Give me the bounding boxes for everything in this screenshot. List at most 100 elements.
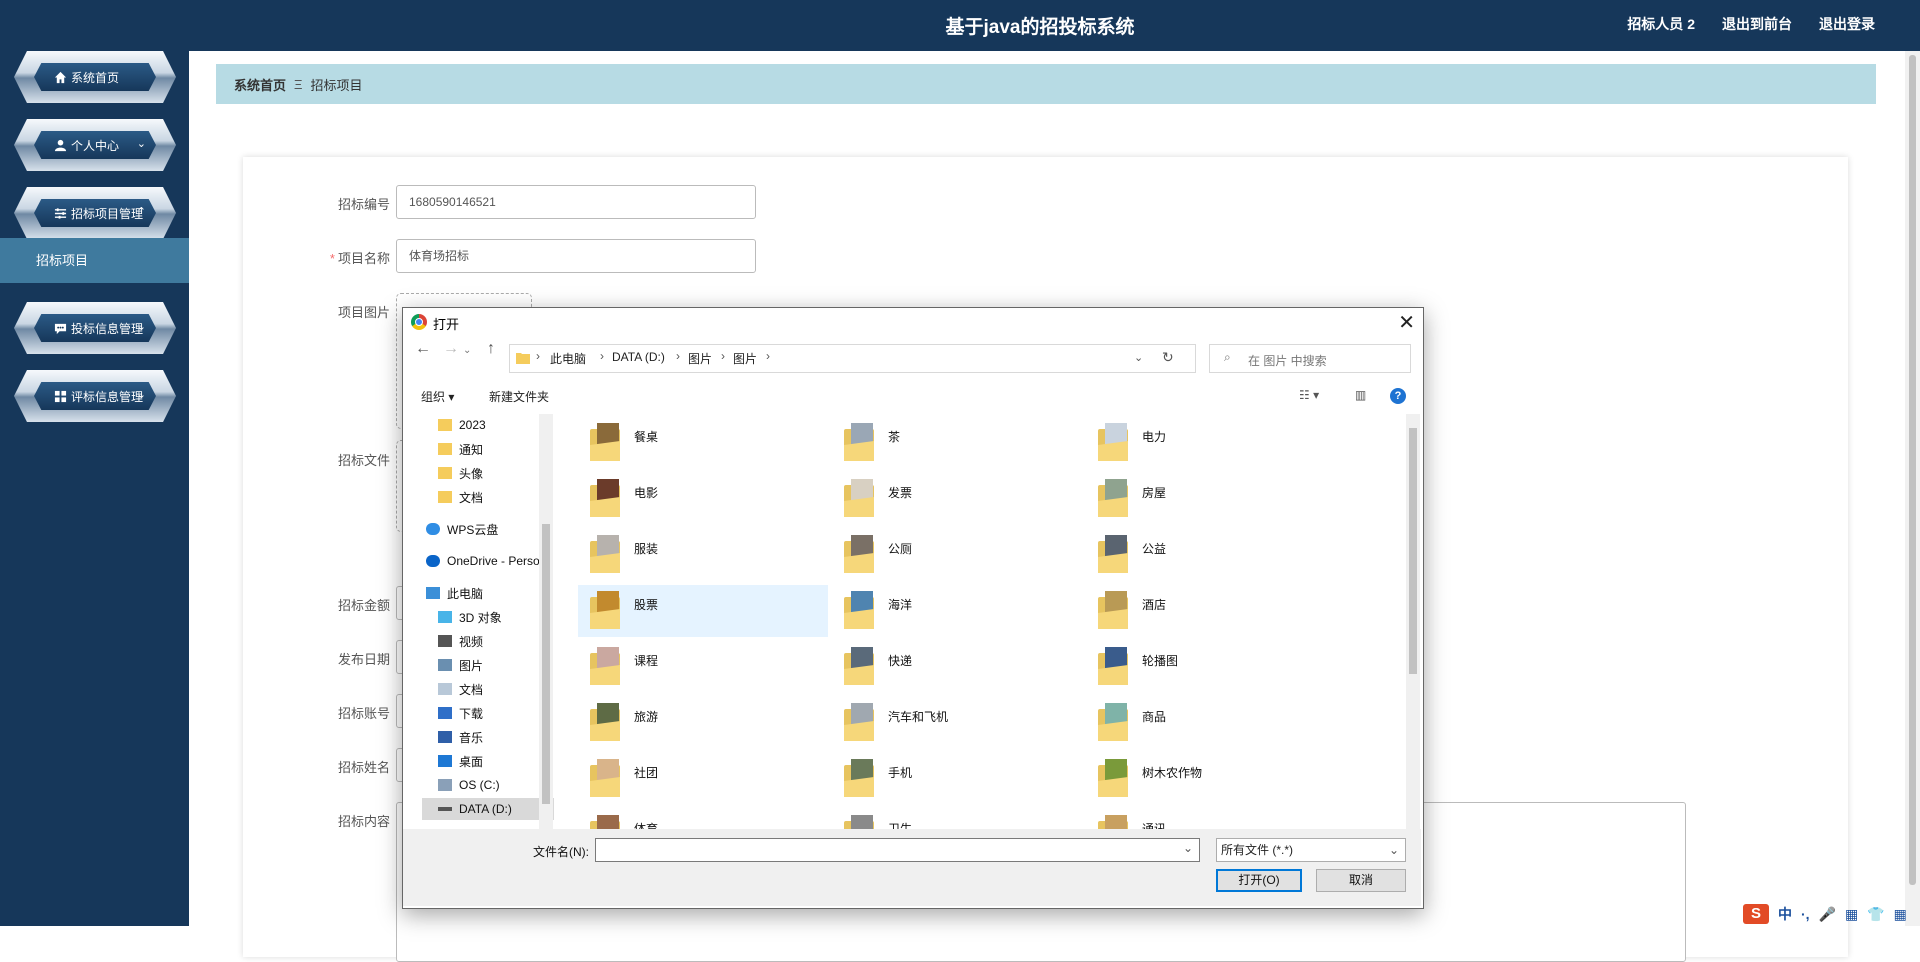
user-role-link[interactable]: 招标人员 2 [1627, 14, 1695, 34]
folder-item[interactable]: 体育 [578, 809, 828, 829]
folder-item[interactable]: 海洋 [832, 585, 1082, 637]
download-icon [438, 707, 452, 719]
required-mark: * [329, 251, 335, 266]
back-to-frontend-link[interactable]: 退出到前台 [1722, 14, 1792, 34]
folder-item[interactable]: 商品 [1086, 697, 1336, 749]
file-type-select[interactable]: 所有文件 (*.*) ⌄ [1216, 838, 1406, 862]
folder-item[interactable]: 汽车和飞机 [832, 697, 1082, 749]
new-folder-button[interactable]: 新建文件夹 [489, 388, 549, 405]
folder-item[interactable]: 电力 [1086, 417, 1336, 469]
nav-item-music[interactable]: 音乐 [438, 726, 483, 748]
search-field[interactable]: ⌕ 在 图片 中搜索 [1209, 344, 1411, 373]
folder-item[interactable]: 快递 [832, 641, 1082, 693]
logout-link[interactable]: 退出登录 [1819, 14, 1875, 34]
folder-item[interactable]: 服装 [578, 529, 828, 581]
file-scrollbar[interactable] [1406, 414, 1420, 829]
toolbox-icon[interactable]: ▦ [1894, 906, 1907, 923]
path-segment[interactable]: 图片 [733, 350, 757, 367]
tender-no-input[interactable]: 1680590146521 [396, 185, 756, 219]
nav-item-2023[interactable]: 2023 [438, 414, 486, 436]
folder-item[interactable]: 树木农作物 [1086, 753, 1336, 805]
folder-icon [844, 647, 874, 685]
folder-item[interactable]: 卫生 [832, 809, 1082, 829]
folder-item[interactable]: 电影 [578, 473, 828, 525]
folder-item[interactable]: 社团 [578, 753, 828, 805]
folder-item[interactable]: 酒店 [1086, 585, 1336, 637]
up-arrow-icon[interactable]: ↑ [487, 340, 495, 358]
skin-icon[interactable]: 👕 [1867, 906, 1884, 923]
nav-item-os-c[interactable]: OS (C:) [438, 774, 500, 796]
folder-item[interactable]: 股票 [578, 585, 828, 637]
refresh-icon[interactable]: ↻ [1162, 349, 1174, 366]
breadcrumb-home[interactable]: 系统首页 [234, 75, 286, 94]
folder-item[interactable]: 发票 [832, 473, 1082, 525]
scroll-thumb[interactable] [1909, 55, 1916, 885]
folder-icon [590, 759, 620, 797]
chevron-down-icon[interactable]: ⌄ [1134, 351, 1143, 364]
open-button[interactable]: 打开(O) [1216, 869, 1302, 892]
nav-item-docs-folder[interactable]: 文档 [438, 486, 483, 508]
nav-item-videos[interactable]: 视频 [438, 630, 483, 652]
organize-menu[interactable]: 组织 ▾ [421, 388, 454, 405]
project-name-input[interactable]: 体育场招标 [396, 239, 756, 273]
nav-item-desktop[interactable]: 桌面 [438, 750, 483, 772]
nav-item-pictures[interactable]: 图片 [438, 654, 483, 676]
scroll-thumb[interactable] [1409, 428, 1417, 674]
nav-item-3d[interactable]: 3D 对象 [438, 606, 502, 628]
folder-icon [590, 703, 620, 741]
nav-item-this-pc[interactable]: 此电脑 [426, 582, 483, 604]
sidebar-item-evaluation-info[interactable]: 评标信息管理 ⌄ [14, 370, 176, 422]
folder-item[interactable]: 茶 [832, 417, 1082, 469]
folder-name: 汽车和飞机 [888, 710, 949, 724]
folder-item[interactable]: 课程 [578, 641, 828, 693]
chevron-down-icon[interactable]: ⌄ [1183, 841, 1193, 855]
navigation-pane: 2023 通知 头像 文档 WPS云盘 OneDrive - Perso 此电脑… [404, 414, 554, 829]
folder-item[interactable]: 轮播图 [1086, 641, 1336, 693]
address-bar[interactable]: › 此电脑 › DATA (D:) › 图片 › 图片 › ⌄ ↻ [509, 344, 1196, 373]
nav-item-avatar[interactable]: 头像 [438, 462, 483, 484]
back-arrow-icon[interactable]: ← [415, 340, 431, 358]
recent-dropdown-icon[interactable]: ⌄ [463, 345, 471, 356]
folder-item[interactable]: 旅游 [578, 697, 828, 749]
cancel-button[interactable]: 取消 [1316, 869, 1406, 892]
page-scrollbar[interactable] [1905, 51, 1920, 926]
folder-name: 树木农作物 [1142, 766, 1203, 780]
folder-item[interactable]: 餐桌 [578, 417, 828, 469]
sidebar-item-home[interactable]: 系统首页 [14, 51, 176, 103]
folder-icon [590, 815, 620, 829]
sidebar-subitem-tender-project[interactable]: 招标项目 [0, 238, 189, 283]
ime-mode[interactable]: 中 [1778, 904, 1792, 924]
nav-item-documents[interactable]: 文档 [438, 678, 483, 700]
cloud-icon [426, 523, 440, 535]
nav-item-data-d[interactable]: DATA (D:) [422, 798, 554, 820]
forward-arrow-icon[interactable]: → [443, 340, 459, 358]
folder-item[interactable]: 房屋 [1086, 473, 1336, 525]
sidebar-item-personal[interactable]: 个人中心 ⌄ [14, 119, 176, 171]
path-segment[interactable]: 此电脑 [550, 350, 586, 367]
field-label-project-name: * 项目名称 [329, 251, 390, 266]
path-segment[interactable]: DATA (D:) [612, 350, 665, 364]
scroll-thumb[interactable] [542, 524, 550, 804]
nav-item-onedrive[interactable]: OneDrive - Perso [426, 550, 540, 572]
folder-item[interactable]: 公益 [1086, 529, 1336, 581]
view-options-icon[interactable]: ☷ ▾ [1299, 388, 1319, 402]
nav-item-notice[interactable]: 通知 [438, 438, 483, 460]
folder-item[interactable]: 通讯 [1086, 809, 1336, 829]
filename-input[interactable]: ⌄ [595, 838, 1200, 862]
help-icon[interactable]: ? [1390, 388, 1406, 404]
sidebar-item-tender-project[interactable]: 招标项目管理 ⌃ [14, 187, 176, 239]
microphone-icon[interactable]: 🎤 [1819, 906, 1836, 923]
folder-icon [1098, 479, 1128, 517]
close-icon[interactable]: ✕ [1398, 310, 1415, 335]
folder-item[interactable]: 手机 [832, 753, 1082, 805]
preview-pane-icon[interactable]: ▥ [1355, 388, 1366, 402]
path-segment[interactable]: 图片 [688, 350, 712, 367]
nav-item-downloads[interactable]: 下载 [438, 702, 483, 724]
nav-scrollbar[interactable] [539, 414, 553, 829]
sogou-logo-icon[interactable]: S [1743, 904, 1769, 924]
folder-item[interactable]: 公厕 [832, 529, 1082, 581]
punctuation-icon[interactable]: ·, [1801, 906, 1810, 922]
nav-item-wps-cloud[interactable]: WPS云盘 [426, 518, 498, 540]
keyboard-icon[interactable]: ▦ [1845, 906, 1858, 923]
sidebar-item-bid-info[interactable]: 投标信息管理 ⌄ [14, 302, 176, 354]
